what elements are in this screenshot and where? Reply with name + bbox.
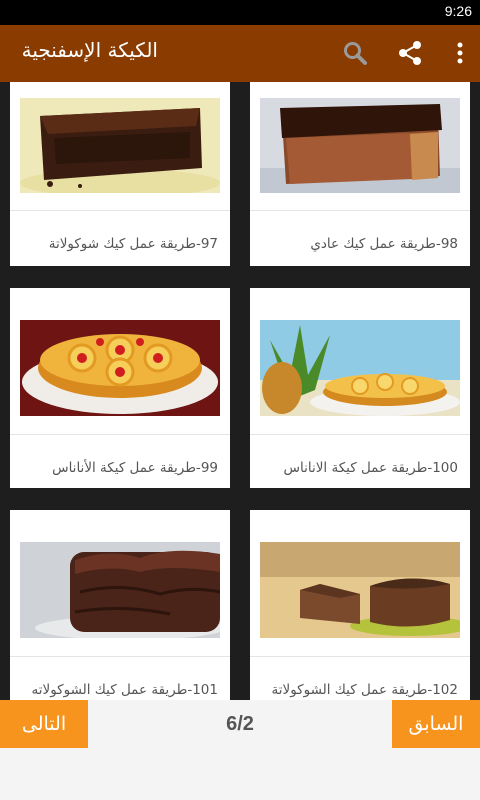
- recipe-title: 98-طريقة عمل كيك عادي: [310, 236, 458, 252]
- card-divider: [250, 210, 470, 211]
- recipe-card-99[interactable]: 99-طريقة عمل كيكة الأناناس: [10, 288, 230, 488]
- recipe-image: [20, 98, 220, 193]
- pagination-bar: التالى 6/2 السابق: [0, 700, 480, 800]
- recipe-card-98[interactable]: 98-طريقة عمل كيك عادي: [250, 82, 470, 266]
- card-divider: [10, 210, 230, 211]
- recipe-title: 102-طريقة عمل كيك الشوكولاتة: [271, 682, 458, 698]
- recipe-image: [260, 542, 460, 638]
- page-title: الكيكة الإسفنجية: [21, 38, 158, 62]
- app-bar: الكيكة الإسفنجية: [0, 25, 480, 82]
- recipe-image: [20, 542, 220, 638]
- recipe-title: 99-طريقة عمل كيكة الأناناس: [52, 460, 218, 476]
- more-vert-icon[interactable]: [446, 39, 474, 67]
- page-indicator: 6/2: [226, 713, 254, 735]
- search-icon[interactable]: [341, 39, 369, 67]
- share-icon[interactable]: [396, 39, 424, 67]
- status-time: 9:26: [444, 3, 472, 19]
- recipe-title: 97-طريقة عمل كيك شوكولاتة: [48, 236, 218, 252]
- recipe-card-100[interactable]: 100-طريقة عمل كيكة الاناناس: [250, 288, 470, 488]
- recipe-card-101[interactable]: 101-طريقة عمل كيك الشوكولاته: [10, 510, 230, 700]
- status-bar: 9:26: [0, 0, 480, 25]
- recipe-card-102[interactable]: 102-طريقة عمل كيك الشوكولاتة: [250, 510, 470, 700]
- recipe-title: 101-طريقة عمل كيك الشوكولاته: [31, 682, 218, 698]
- recipe-image: [260, 98, 460, 193]
- recipe-card-97[interactable]: 97-طريقة عمل كيك شوكولاتة: [10, 82, 230, 266]
- recipe-grid: 97-طريقة عمل كيك شوكولاتة 98-طريقة عمل ك…: [0, 82, 480, 700]
- next-button[interactable]: التالى: [0, 700, 88, 748]
- recipe-image: [260, 320, 460, 416]
- card-divider: [10, 434, 230, 435]
- card-divider: [10, 656, 230, 657]
- card-divider: [250, 656, 470, 657]
- card-divider: [250, 434, 470, 435]
- recipe-title: 100-طريقة عمل كيكة الاناناس: [283, 460, 459, 476]
- previous-button[interactable]: السابق: [392, 700, 480, 748]
- recipe-image: [20, 320, 220, 416]
